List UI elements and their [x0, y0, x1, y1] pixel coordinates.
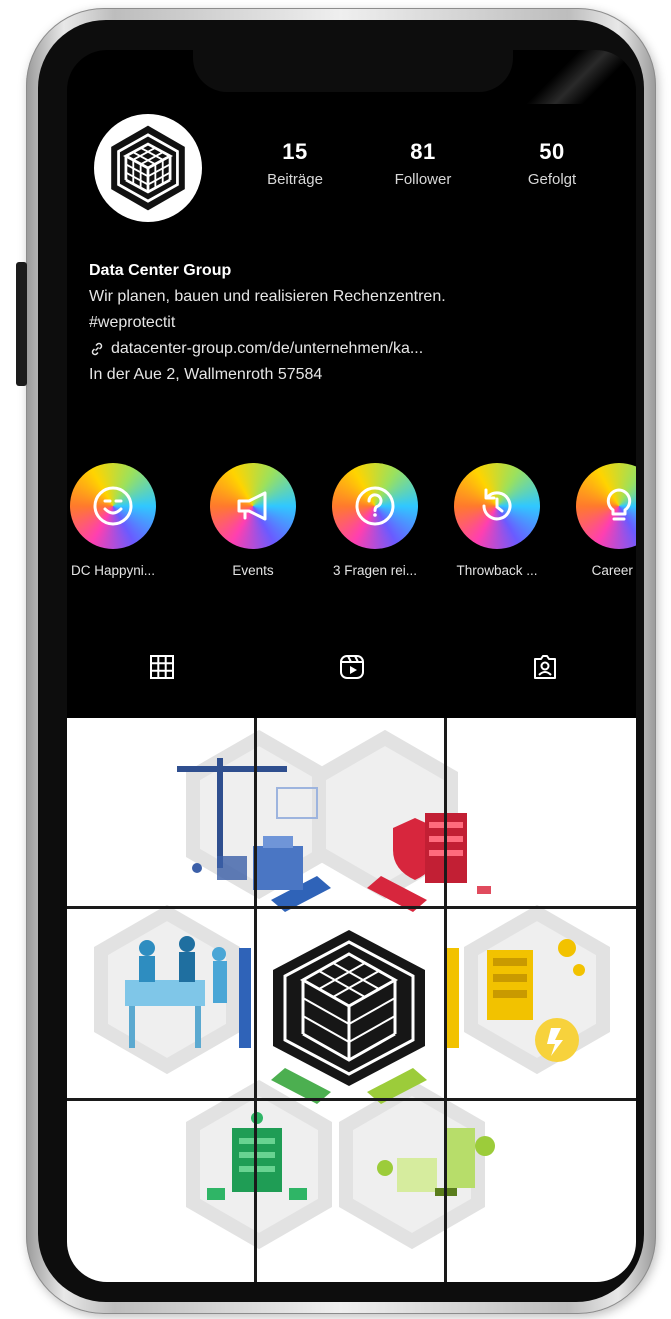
phone-notch [193, 50, 513, 92]
post-tile[interactable] [257, 718, 444, 906]
reels-icon [340, 655, 364, 679]
highlight-career[interactable]: Career H [559, 463, 636, 578]
smiley-icon [93, 486, 133, 526]
bio-text: Wir planen, bauen und realisieren Rechen… [89, 288, 446, 305]
bio-hashtag[interactable]: #weprotectit [89, 310, 626, 336]
post-tile[interactable] [447, 718, 636, 906]
highlight-label: Career H [591, 563, 636, 578]
company-logo-icon [111, 125, 185, 211]
stat-posts-count: 15 [282, 139, 308, 164]
post-tile[interactable] [67, 718, 254, 906]
stat-posts[interactable]: 15 Beiträge [240, 139, 350, 188]
highlight-ring [332, 463, 418, 549]
highlight-3-fragen[interactable]: 3 Fragen rei... [315, 463, 435, 578]
highlight-label: 3 Fragen rei... [332, 563, 418, 578]
history-icon [482, 488, 512, 521]
stat-followers[interactable]: 81 Follower [368, 139, 478, 188]
link-icon [91, 342, 103, 356]
post-tile[interactable] [67, 909, 254, 1098]
highlight-ring [210, 463, 296, 549]
stat-followers-count: 81 [410, 139, 436, 164]
instagram-profile-screen: 15 Beiträge 81 Follower 50 Gefolgt Data … [67, 50, 636, 1282]
post-tile[interactable] [257, 909, 444, 1098]
story-highlights: DC Happyni... Events 3 Fragen rei... Thr… [67, 463, 636, 603]
phone-side-button [16, 262, 27, 386]
highlight-label: Events [232, 563, 274, 578]
tab-tagged[interactable] [515, 642, 575, 692]
profile-bio: Data Center Group Wir planen, bauen und … [89, 258, 626, 388]
stat-following-label: Gefolgt [527, 171, 577, 188]
lightbulb-icon [606, 488, 632, 521]
post-tile[interactable] [257, 1101, 444, 1282]
highlight-dc-happyni[interactable]: DC Happyni... [67, 463, 173, 578]
highlight-ring [454, 463, 540, 549]
megaphone-icon [237, 491, 267, 521]
stat-following-count: 50 [539, 139, 565, 164]
post-tile[interactable] [67, 1101, 254, 1282]
profile-tabs [67, 642, 636, 692]
highlight-ring [70, 463, 156, 549]
tab-posts-grid[interactable] [132, 642, 192, 692]
tab-reels[interactable] [322, 642, 382, 692]
stat-posts-label: Beiträge [267, 171, 323, 188]
post-tile[interactable] [447, 909, 636, 1098]
post-tile[interactable] [447, 1101, 636, 1282]
stat-following[interactable]: 50 Gefolgt [497, 139, 607, 188]
tagged-user-icon [534, 655, 556, 679]
highlight-events[interactable]: Events [193, 463, 313, 578]
glass-sheen [510, 50, 636, 104]
profile-link-row[interactable]: datacenter-group.com/de/unternehmen/ka..… [89, 336, 626, 362]
highlight-throwback[interactable]: Throwback ... [437, 463, 557, 578]
stat-followers-label: Follower [394, 171, 452, 188]
question-icon [355, 486, 395, 526]
highlight-label: Throwback ... [456, 563, 538, 578]
profile-avatar[interactable] [94, 114, 202, 222]
profile-address[interactable]: In der Aue 2, Wallmenroth 57584 [89, 362, 626, 388]
posts-grid [67, 718, 636, 1282]
profile-link[interactable]: datacenter-group.com/de/unternehmen/ka..… [111, 336, 423, 362]
highlight-label: DC Happyni... [70, 563, 156, 578]
grid-icon [150, 655, 174, 679]
highlight-ring [576, 463, 636, 549]
profile-name: Data Center Group [89, 262, 232, 279]
